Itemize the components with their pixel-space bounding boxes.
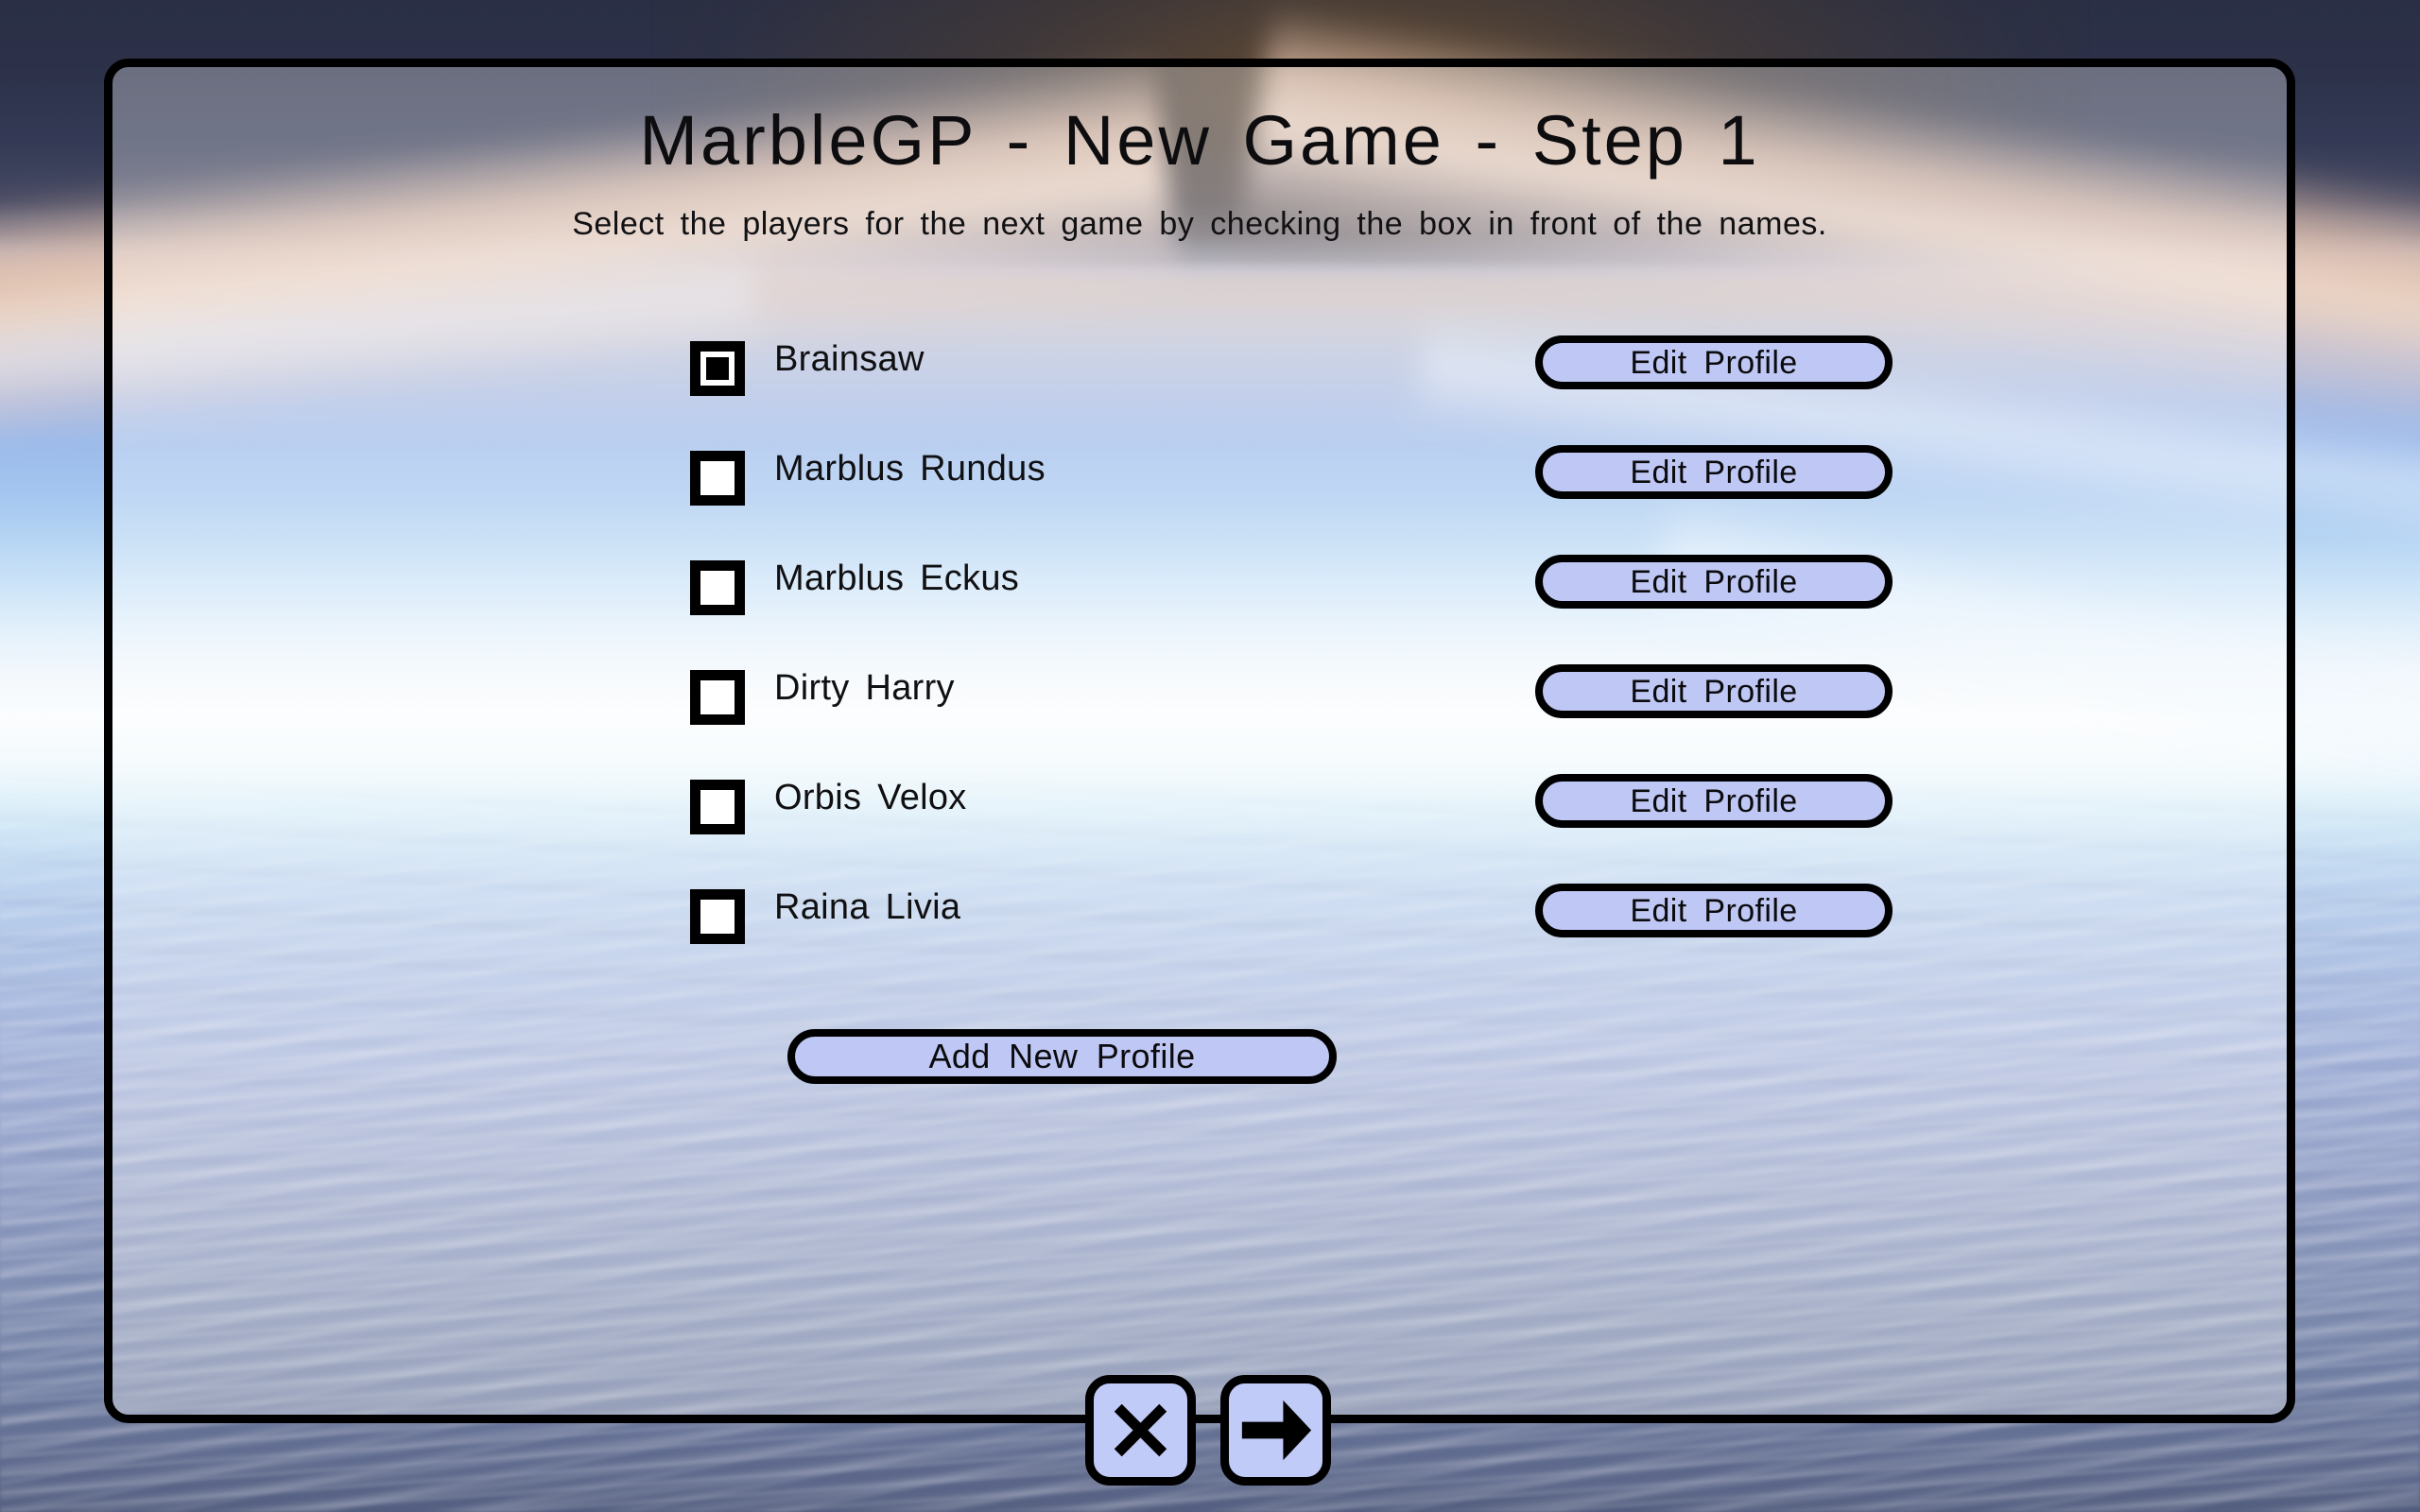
player-row: Raina Livia Edit Profile [112, 868, 2287, 978]
player-checkbox[interactable] [690, 451, 745, 506]
player-list: Brainsaw Edit Profile Marblus Rundus Edit P… [112, 320, 2287, 978]
player-row: Dirty Harry Edit Profile [112, 649, 2287, 759]
dialog-nav-bar [1085, 1375, 1340, 1490]
new-game-dialog: MarbleGP - New Game - Step 1 Select the … [104, 59, 2295, 1423]
close-x-icon [1094, 1383, 1187, 1477]
player-checkbox[interactable] [690, 560, 745, 615]
player-checkbox[interactable] [690, 670, 745, 725]
player-row: Marblus Eckus Edit Profile [112, 540, 2287, 649]
add-new-profile-button[interactable]: Add New Profile [787, 1029, 1337, 1084]
player-row: Marblus Rundus Edit Profile [112, 430, 2287, 540]
cancel-button[interactable] [1085, 1375, 1196, 1486]
player-name: Marblus Rundus [774, 449, 1046, 489]
player-checkbox[interactable] [690, 889, 745, 944]
edit-profile-button[interactable]: Edit Profile [1535, 555, 1893, 609]
edit-profile-button[interactable]: Edit Profile [1535, 335, 1893, 389]
player-name: Dirty Harry [774, 668, 955, 708]
edit-profile-button[interactable]: Edit Profile [1535, 445, 1893, 499]
player-checkbox[interactable] [690, 341, 745, 396]
page-subtitle: Select the players for the next game by … [572, 206, 1827, 242]
player-row: Brainsaw Edit Profile [112, 320, 2287, 430]
player-checkbox[interactable] [690, 780, 745, 834]
edit-profile-button[interactable]: Edit Profile [1535, 774, 1893, 828]
edit-profile-button[interactable]: Edit Profile [1535, 884, 1893, 937]
player-name: Marblus Eckus [774, 558, 1020, 598]
player-name: Orbis Velox [774, 778, 967, 817]
edit-profile-button[interactable]: Edit Profile [1535, 664, 1893, 718]
player-name: Brainsaw [774, 339, 925, 379]
player-row: Orbis Velox Edit Profile [112, 759, 2287, 868]
checkbox-tick-icon [706, 357, 729, 380]
arrow-right-icon [1229, 1383, 1322, 1477]
next-step-button[interactable] [1220, 1375, 1331, 1486]
page-title: MarbleGP - New Game - Step 1 [639, 101, 1760, 180]
player-name: Raina Livia [774, 887, 961, 927]
